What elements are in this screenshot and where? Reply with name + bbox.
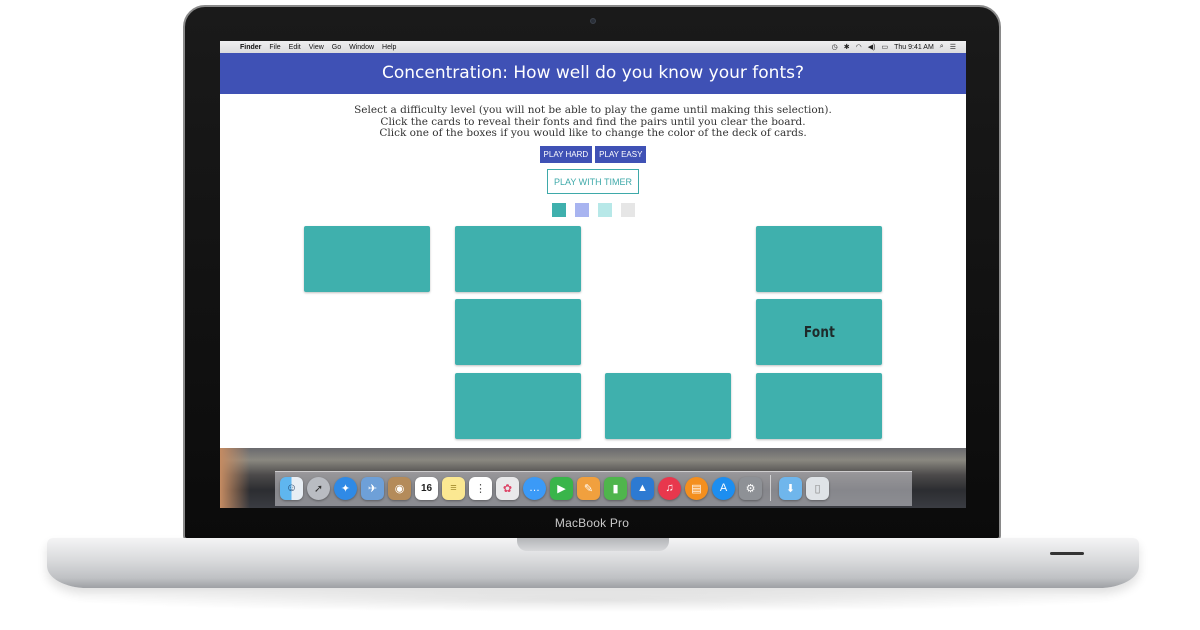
- webcam: [590, 18, 596, 24]
- card[interactable]: [605, 373, 731, 439]
- play-easy-button[interactable]: PLAY EASY: [595, 146, 647, 163]
- card[interactable]: [455, 226, 581, 292]
- app-store-icon[interactable]: A: [712, 476, 735, 500]
- device-brand-label: MacBook Pro: [554, 516, 630, 530]
- difficulty-buttons: PLAY HARD PLAY EASY: [220, 146, 966, 163]
- dock-icons: ☺ ➚ ✦ ✈ ◉ 16 ≡ ⋮ ✿ … ▶ ✎ ▮ ▲ ♫ ▤ A ⚙ ⬇ ▯: [280, 475, 829, 501]
- card[interactable]: [756, 373, 882, 439]
- mail-icon[interactable]: ✈: [361, 476, 384, 500]
- instruction-line: Click one of the boxes if you would like…: [379, 127, 807, 139]
- itunes-icon[interactable]: ♫: [658, 476, 681, 500]
- launchpad-icon[interactable]: ➚: [307, 476, 330, 500]
- menu-edit[interactable]: Edit: [289, 44, 301, 51]
- battery-icon[interactable]: ▭: [881, 43, 888, 51]
- menu-clock[interactable]: Thu 9:41 AM: [894, 44, 934, 51]
- calendar-day-label: 16: [420, 482, 433, 494]
- page-title: Concentration: How well do you know your…: [220, 53, 966, 94]
- numbers-icon[interactable]: ▮: [604, 476, 627, 500]
- keynote-icon[interactable]: ▲: [631, 476, 654, 500]
- sleep-indicator: [1050, 552, 1084, 555]
- menu-view[interactable]: View: [309, 44, 324, 51]
- contacts-icon[interactable]: ◉: [388, 476, 411, 500]
- timer-button-row: PLAY WITH TIMER: [220, 169, 966, 194]
- reminders-icon[interactable]: ⋮: [469, 476, 492, 500]
- menu-window[interactable]: Window: [349, 44, 374, 51]
- photos-icon[interactable]: ✿: [496, 476, 519, 500]
- facetime-icon[interactable]: ▶: [550, 476, 573, 500]
- time-machine-icon[interactable]: ◷: [832, 43, 838, 51]
- card-font-label: Font: [803, 323, 835, 341]
- screen: Finder File Edit View Go Window Help ◷ ✱…: [220, 41, 966, 508]
- downloads-folder-icon[interactable]: ⬇: [779, 476, 802, 500]
- calendar-icon[interactable]: 16: [415, 476, 438, 500]
- instructions: Select a difficulty level (you will not …: [220, 104, 966, 140]
- instruction-line: Select a difficulty level (you will not …: [354, 104, 832, 116]
- menu-bar: Finder File Edit View Go Window Help ◷ ✱…: [220, 41, 966, 53]
- system-preferences-icon[interactable]: ⚙: [739, 476, 762, 500]
- volume-icon[interactable]: ◀): [868, 43, 876, 51]
- safari-icon[interactable]: ✦: [334, 476, 357, 500]
- trash-icon[interactable]: ▯: [806, 476, 829, 500]
- menu-help[interactable]: Help: [382, 44, 396, 51]
- card[interactable]: [304, 226, 430, 292]
- color-swatch-teal[interactable]: [551, 203, 566, 217]
- wifi-icon[interactable]: ◠: [856, 43, 862, 51]
- finder-icon[interactable]: ☺: [280, 476, 303, 500]
- notes-icon[interactable]: ≡: [442, 476, 465, 500]
- play-with-timer-button[interactable]: PLAY WITH TIMER: [546, 169, 639, 194]
- menu-file[interactable]: File: [269, 44, 280, 51]
- dock-separator: [770, 475, 771, 501]
- ibooks-icon[interactable]: ▤: [685, 476, 708, 500]
- menu-app-name[interactable]: Finder: [240, 44, 261, 51]
- laptop-shadow: [60, 588, 1126, 612]
- menu-go[interactable]: Go: [332, 44, 341, 51]
- color-swatch-periwinkle[interactable]: [574, 203, 589, 217]
- color-swatch-light-gray[interactable]: [620, 203, 635, 217]
- pages-icon[interactable]: ✎: [577, 476, 600, 500]
- notification-center-icon[interactable]: ☰: [950, 43, 956, 51]
- color-swatch-light-cyan[interactable]: [597, 203, 612, 217]
- bluetooth-icon[interactable]: ✱: [844, 43, 850, 51]
- card-revealed[interactable]: Font: [756, 299, 882, 365]
- play-hard-button[interactable]: PLAY HARD: [539, 146, 593, 163]
- deck-color-swatches: [220, 203, 966, 217]
- card[interactable]: [455, 299, 581, 365]
- card[interactable]: [455, 373, 581, 439]
- messages-icon[interactable]: …: [523, 476, 546, 500]
- laptop-notch: [517, 538, 669, 551]
- spotlight-search-icon[interactable]: ⌕: [940, 43, 944, 51]
- card[interactable]: [756, 226, 882, 292]
